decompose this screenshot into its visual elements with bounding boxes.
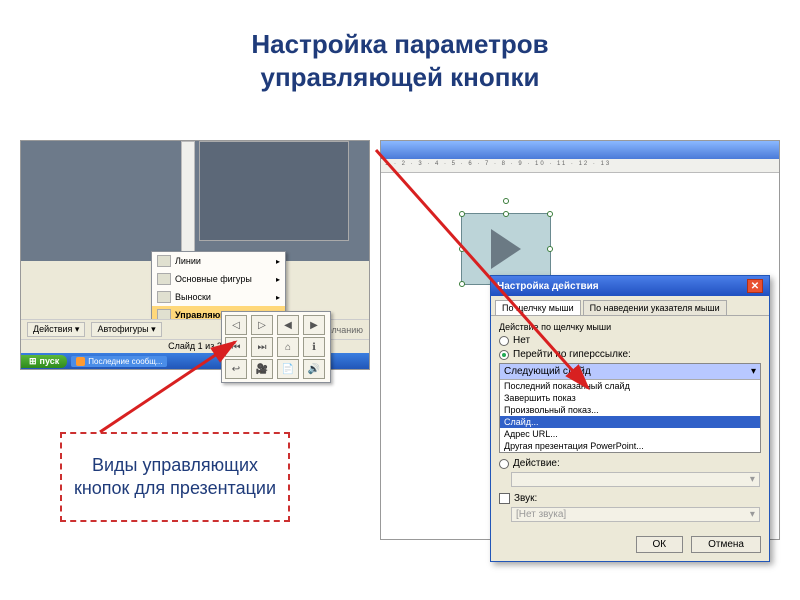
rotate-handle[interactable] (503, 198, 509, 204)
action-button-glyph[interactable]: ◁ (225, 315, 247, 335)
radio-icon[interactable] (499, 336, 509, 346)
start-button[interactable]: ⊞пуск (21, 355, 67, 368)
title-line2: управляющей кнопки (261, 62, 540, 92)
caption-box: Виды управляющих кнопок для презентации (60, 432, 290, 522)
sound-checkbox-row[interactable]: Звук: (499, 493, 761, 504)
chevron-down-icon: ▾ (751, 366, 756, 377)
action-button-glyph[interactable]: ⏭ (251, 337, 273, 357)
action-button-glyph[interactable]: ⏮ (225, 337, 247, 357)
vertical-ruler (181, 141, 195, 261)
action-combo-disabled: ▾ (511, 472, 760, 487)
chevron-right-icon: ▸ (276, 275, 280, 284)
menu-item-callouts[interactable]: Выноски▸ (152, 288, 285, 306)
section-label: Действие по щелчку мыши (499, 322, 761, 332)
combo-dropdown-list: Последний показанный слайд Завершить пок… (500, 379, 760, 452)
actions-dropdown[interactable]: Действия ▾ (27, 322, 85, 337)
action-button-glyph[interactable]: ▶ (303, 315, 325, 335)
resize-handle[interactable] (459, 281, 465, 287)
tab-mouse-click[interactable]: По щелчку мыши (495, 300, 581, 315)
action-settings-dialog: Настройка действия ✕ По щелчку мыши По н… (490, 275, 770, 562)
window-titlebar (381, 141, 779, 159)
combo-option[interactable]: Слайд... (500, 416, 760, 428)
play-icon (491, 229, 521, 269)
title-line1: Настройка параметров (251, 29, 548, 59)
combo-option[interactable]: Произвольный показ... (500, 404, 760, 416)
chevron-right-icon: ▸ (276, 257, 280, 266)
lines-icon (157, 255, 171, 267)
combo-option[interactable]: Завершить показ (500, 392, 760, 404)
checkbox-icon[interactable] (499, 493, 510, 504)
radio-icon[interactable] (499, 459, 509, 469)
menu-item-lines[interactable]: Линии▸ (152, 252, 285, 270)
firefox-icon (76, 357, 85, 366)
combo-selected[interactable]: Следующий слайд▾ (500, 364, 760, 379)
radio-none[interactable]: Нет (499, 335, 761, 346)
action-buttons-palette[interactable]: ◁ ▷ ◀ ▶ ⏮ ⏭ ⌂ ℹ ↩ 🎥 📄 🔊 (221, 311, 331, 383)
horizontal-ruler: 1 · 2 · 3 · 4 · 5 · 6 · 7 · 8 · 9 · 10 ·… (381, 159, 779, 173)
shapes-icon (157, 273, 171, 285)
menu-item-basic-shapes[interactable]: Основные фигуры▸ (152, 270, 285, 288)
action-button-glyph[interactable]: ◀ (277, 315, 299, 335)
action-button-glyph[interactable]: 🎥 (251, 359, 273, 379)
combo-option[interactable]: Последний показанный слайд (500, 380, 760, 392)
dialog-buttons: ОК Отмена (491, 528, 769, 561)
action-button-glyph[interactable]: 🔊 (303, 359, 325, 379)
slide-canvas (199, 141, 349, 241)
resize-handle[interactable] (503, 211, 509, 217)
tab-mouse-over[interactable]: По наведении указателя мыши (583, 300, 727, 315)
taskbar-item[interactable]: Последние сообщ... (71, 356, 167, 367)
resize-handle[interactable] (459, 211, 465, 217)
slide-title: Настройка параметров управляющей кнопки (0, 0, 800, 111)
dialog-tabs: По щелчку мыши По наведении указателя мы… (491, 296, 769, 315)
action-button-glyph[interactable]: 📄 (277, 359, 299, 379)
chevron-down-icon: ▾ (750, 509, 755, 520)
callouts-icon (157, 291, 171, 303)
resize-handle[interactable] (459, 246, 465, 252)
hyperlink-combo[interactable]: Следующий слайд▾ Последний показанный сл… (499, 363, 761, 453)
chevron-down-icon: ▾ (750, 474, 755, 485)
resize-handle[interactable] (547, 211, 553, 217)
windows-logo-icon: ⊞ (29, 356, 37, 367)
combo-option[interactable]: Адрес URL... (500, 428, 760, 440)
autoshapes-dropdown[interactable]: Автофигуры ▾ (91, 322, 161, 337)
dialog-body: Действие по щелчку мыши Нет Перейти по г… (491, 315, 769, 528)
cancel-button[interactable]: Отмена (691, 536, 761, 553)
radio-icon[interactable] (499, 350, 509, 360)
action-button-glyph[interactable]: ⌂ (277, 337, 299, 357)
chevron-right-icon: ▸ (276, 293, 280, 302)
combo-option[interactable]: Другая презентация PowerPoint... (500, 440, 760, 452)
action-button-glyph[interactable]: ▷ (251, 315, 273, 335)
dialog-titlebar[interactable]: Настройка действия ✕ (491, 276, 769, 296)
screenshot-autoshapes-menu: Линии▸ Основные фигуры▸ Выноски▸ Управля… (20, 140, 370, 370)
radio-action[interactable]: Действие: (499, 458, 761, 469)
ok-button[interactable]: ОК (636, 536, 684, 553)
dialog-title-text: Настройка действия (497, 281, 599, 292)
resize-handle[interactable] (547, 246, 553, 252)
close-icon[interactable]: ✕ (747, 279, 763, 293)
radio-hyperlink[interactable]: Перейти по гиперссылке: (499, 349, 761, 360)
action-button-glyph[interactable]: ℹ (303, 337, 325, 357)
action-button-glyph[interactable]: ↩ (225, 359, 247, 379)
sound-combo: [Нет звука]▾ (511, 507, 760, 522)
caption-text: Виды управляющих кнопок для презентации (68, 454, 282, 501)
